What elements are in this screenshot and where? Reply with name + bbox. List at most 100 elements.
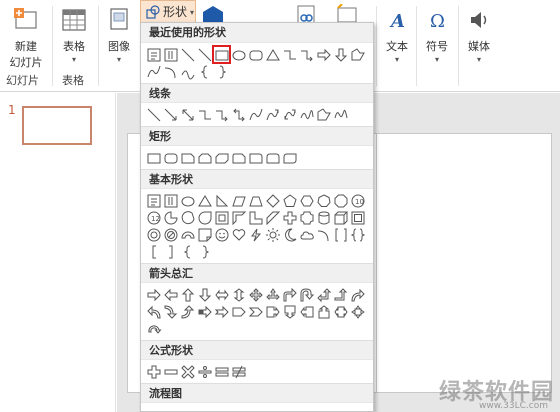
media-button[interactable]: 媒体 ▾ (462, 0, 496, 64)
shape-cross-icon[interactable] (281, 209, 298, 226)
shape-lu-arrow-icon[interactable] (315, 286, 332, 303)
shape-up-arrow-icon[interactable] (179, 286, 196, 303)
shape-snip1-icon[interactable] (179, 149, 196, 166)
shape-blockarc-icon[interactable] (179, 226, 196, 243)
shape-curved-r-icon[interactable] (349, 286, 366, 303)
shape-lru-arrow-icon[interactable] (264, 286, 281, 303)
shape-chord-icon[interactable] (179, 209, 196, 226)
text-button[interactable]: A 文本 ▾ (380, 0, 414, 64)
shape-plus-icon[interactable] (145, 363, 162, 380)
shape-equal-icon[interactable] (213, 363, 230, 380)
shape-arrow-line-icon[interactable] (162, 106, 179, 123)
shape-teardrop-icon[interactable] (196, 209, 213, 226)
slide-thumbnail[interactable] (22, 106, 92, 145)
shape-notched-r-icon[interactable] (213, 303, 230, 320)
shape-curve-icon[interactable] (247, 106, 264, 123)
shape-diagstripe-icon[interactable] (264, 209, 281, 226)
shape-frame-icon[interactable] (213, 209, 230, 226)
shape-minus-icon[interactable] (162, 363, 179, 380)
shape-roundrect-icon[interactable] (162, 149, 179, 166)
shape-lightning-icon[interactable] (247, 226, 264, 243)
shape-bentup-arrow-icon[interactable] (332, 286, 349, 303)
shape-roundrect-icon[interactable] (247, 46, 264, 63)
shape-curved-l-icon[interactable] (145, 303, 162, 320)
shape-cloud-icon[interactable] (298, 226, 315, 243)
shape-elbow-icon[interactable] (281, 46, 298, 63)
shape-dodecagon-icon[interactable]: 12 (145, 209, 162, 226)
shape-down-arrow-icon[interactable] (196, 286, 213, 303)
shape-curved-u-icon[interactable] (162, 303, 179, 320)
shape-freeform-icon[interactable] (315, 106, 332, 123)
shape-squiggle-icon[interactable] (298, 106, 315, 123)
shape-hexagon-icon[interactable] (298, 192, 315, 209)
shape-round2-icon[interactable] (264, 149, 281, 166)
shape-snipround-icon[interactable] (230, 149, 247, 166)
shape-oval-icon[interactable] (179, 192, 196, 209)
shape-moon-icon[interactable] (281, 226, 298, 243)
shape-can-icon[interactable] (315, 209, 332, 226)
shape-right-arrow-icon[interactable] (145, 286, 162, 303)
shape-brace-right-icon[interactable] (213, 63, 230, 80)
shape-smiley-icon[interactable] (213, 226, 230, 243)
shape-snip3-icon[interactable] (213, 149, 230, 166)
shape-cube-icon[interactable] (332, 209, 349, 226)
shape-lr-arrow-icon[interactable] (213, 286, 230, 303)
shape-triangle-icon[interactable] (196, 192, 213, 209)
shape-quad-callout-icon[interactable] (349, 303, 366, 320)
shape-pie-icon[interactable] (162, 209, 179, 226)
shape-diamond-icon[interactable] (264, 192, 281, 209)
shape-line-icon[interactable] (145, 106, 162, 123)
shape-bracket-pair-icon[interactable] (332, 226, 349, 243)
shape-pentagon-icon[interactable] (281, 192, 298, 209)
shape-rect-selected-icon[interactable] (212, 45, 231, 64)
shape-textbox-icon[interactable] (145, 192, 162, 209)
shape-brace-left-icon[interactable] (179, 243, 196, 260)
shape-double-arrow-line-icon[interactable] (179, 106, 196, 123)
shape-heart-icon[interactable] (230, 226, 247, 243)
shape-trapezoid-icon[interactable] (247, 192, 264, 209)
image-button[interactable]: 图像 ▾ (102, 0, 136, 64)
shape-rounddiag-icon[interactable] (281, 149, 298, 166)
shape-left-callout-icon[interactable] (298, 303, 315, 320)
shape-arc-icon[interactable] (315, 226, 332, 243)
shape-notequal-icon[interactable] (230, 363, 247, 380)
shape-ud-arrow-icon[interactable] (230, 286, 247, 303)
shape-curved-d-icon[interactable] (179, 303, 196, 320)
shape-up-callout-icon[interactable] (315, 303, 332, 320)
shape-down-arrow-icon[interactable] (332, 46, 349, 63)
shape-textbox-icon[interactable] (145, 46, 162, 63)
shape-vtextbox-icon[interactable] (162, 192, 179, 209)
shape-curve-arrow-icon[interactable] (264, 106, 281, 123)
shape-left-arrow-icon[interactable] (162, 286, 179, 303)
shape-bracket-right-icon[interactable] (162, 243, 179, 260)
shape-curve-double-icon[interactable] (281, 106, 298, 123)
shape-halfframe-icon[interactable] (230, 209, 247, 226)
shape-divide-icon[interactable] (196, 363, 213, 380)
shape-noentry-icon[interactable] (162, 226, 179, 243)
shape-multiply-icon[interactable] (179, 363, 196, 380)
slide-canvas-right[interactable] (377, 133, 552, 393)
shape-rtriangle-icon[interactable] (213, 192, 230, 209)
shape-arc2-icon[interactable] (179, 63, 196, 80)
shape-quad-arrow-icon[interactable] (247, 286, 264, 303)
shape-down-callout-icon[interactable] (281, 303, 298, 320)
shape-elbow-arrow-icon[interactable] (213, 106, 230, 123)
shape-heptagon-icon[interactable] (315, 192, 332, 209)
shape-brace-right-icon[interactable] (196, 243, 213, 260)
shape-foldedcorner-icon[interactable] (196, 226, 213, 243)
shape-parallelogram-icon[interactable] (230, 192, 247, 209)
shape-line-icon[interactable] (179, 46, 196, 63)
table-button[interactable]: 表格 ▾ (56, 0, 92, 64)
shape-brace-pair-icon[interactable] (349, 226, 366, 243)
shape-lshape-icon[interactable] (247, 209, 264, 226)
shape-plaque-icon[interactable] (298, 209, 315, 226)
shape-uturn-icon[interactable] (298, 286, 315, 303)
shape-elbow-arrow-icon[interactable] (298, 46, 315, 63)
shape-sun-icon[interactable] (264, 226, 281, 243)
shape-right-arrow-icon[interactable] (315, 46, 332, 63)
shape-pentagon-arrow-icon[interactable] (230, 303, 247, 320)
shape-octagon-icon[interactable] (332, 192, 349, 209)
shape-arc-icon[interactable] (162, 63, 179, 80)
new-slide-button[interactable]: 新建 幻灯片 (4, 0, 48, 70)
shape-curve-icon[interactable] (145, 63, 162, 80)
